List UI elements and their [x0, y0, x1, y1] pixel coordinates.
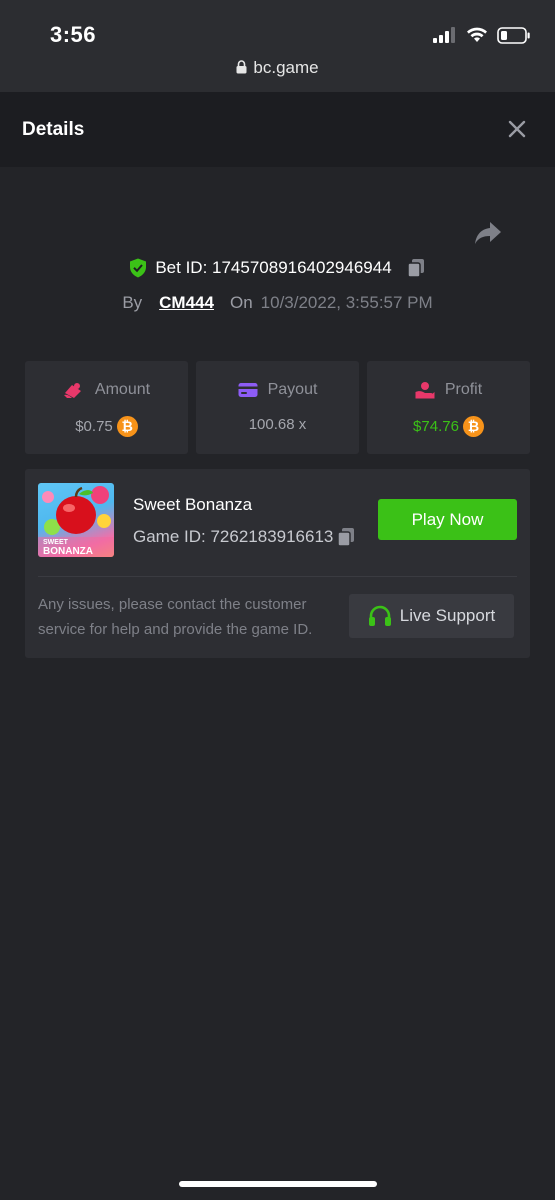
game-card: SWEET BONANZA Sweet Bonanza Game ID: 726…	[25, 469, 530, 658]
battery-icon	[497, 26, 530, 44]
payout-value-row: 100.68 x	[196, 416, 359, 433]
status-time: 3:56	[50, 22, 97, 47]
details-header: Details	[0, 92, 555, 167]
divider	[38, 576, 517, 577]
signal-icon	[433, 27, 455, 43]
shield-check-icon	[130, 258, 147, 278]
amount-label-row: Amount	[25, 381, 188, 399]
by-label: By	[122, 293, 143, 312]
amount-icon	[63, 383, 81, 398]
amount-label: Amount	[94, 381, 151, 398]
profit-label: Profit	[444, 381, 483, 398]
payout-value: 100.68 x	[248, 416, 307, 433]
amount-value: $0.75	[75, 418, 113, 435]
url-text: bc.game	[253, 58, 319, 77]
payout-card-icon	[238, 383, 258, 397]
bet-id-row: Bet ID: 1745708916402946944	[0, 258, 555, 278]
support-text: Any issues, please contact the customer …	[38, 596, 313, 638]
play-now-button[interactable]: Play Now	[378, 499, 517, 540]
profit-value: $74.76	[413, 418, 459, 435]
copy-bet-id-icon[interactable]	[406, 258, 426, 278]
game-id-row: Game ID: 7262183916613	[133, 527, 356, 547]
bet-date: 10/3/2022, 3:55:57 PM	[260, 293, 433, 312]
amount-value-row: $0.75 ₿	[25, 416, 188, 437]
game-name[interactable]: Sweet Bonanza	[133, 495, 252, 515]
game-id-label: Game ID: 7262183916613	[133, 527, 334, 546]
close-icon[interactable]	[508, 120, 526, 138]
profit-icon	[415, 382, 435, 399]
status-bar: 3:56 bc.game	[0, 0, 555, 92]
lock-icon	[236, 60, 247, 74]
user-link[interactable]: CM444	[159, 293, 214, 313]
payout-label-row: Payout	[196, 381, 359, 399]
bitcoin-icon: ₿	[462, 416, 484, 437]
status-icons	[433, 24, 531, 46]
profit-label-row: Profit	[367, 381, 530, 399]
profit-card: Profit $74.76 ₿	[367, 361, 530, 454]
amount-card: Amount $0.75 ₿	[25, 361, 188, 454]
thumb-text-bonanza: BONANZA	[43, 546, 93, 557]
share-icon[interactable]	[474, 221, 502, 245]
game-thumbnail[interactable]: SWEET BONANZA	[38, 483, 114, 557]
bet-stats: Amount $0.75 ₿ Payout 100.68 x Profit $7…	[25, 361, 530, 454]
bet-id-label: Bet ID: 1745708916402946944	[155, 258, 392, 277]
apple-candy-image: SWEET BONANZA	[38, 486, 114, 557]
on-label: On	[229, 293, 253, 312]
profit-value-row: $74.76 ₿	[367, 416, 530, 437]
page-title: Details	[22, 119, 85, 140]
bitcoin-icon: ₿	[116, 416, 138, 437]
live-support-label: Live Support	[399, 606, 496, 625]
url-bar[interactable]: bc.game	[0, 58, 555, 78]
bet-author-row: By CM444 On 10/3/2022, 3:55:57 PM	[0, 293, 555, 313]
thumb-text-sweet: SWEET	[43, 539, 69, 546]
payout-card: Payout 100.68 x	[196, 361, 359, 454]
live-support-button[interactable]: Live Support	[349, 594, 514, 638]
home-indicator[interactable]	[179, 1181, 377, 1187]
wifi-icon	[467, 27, 487, 42]
payout-label: Payout	[267, 381, 318, 398]
headset-icon	[368, 605, 391, 626]
copy-game-id-icon[interactable]	[336, 527, 356, 547]
